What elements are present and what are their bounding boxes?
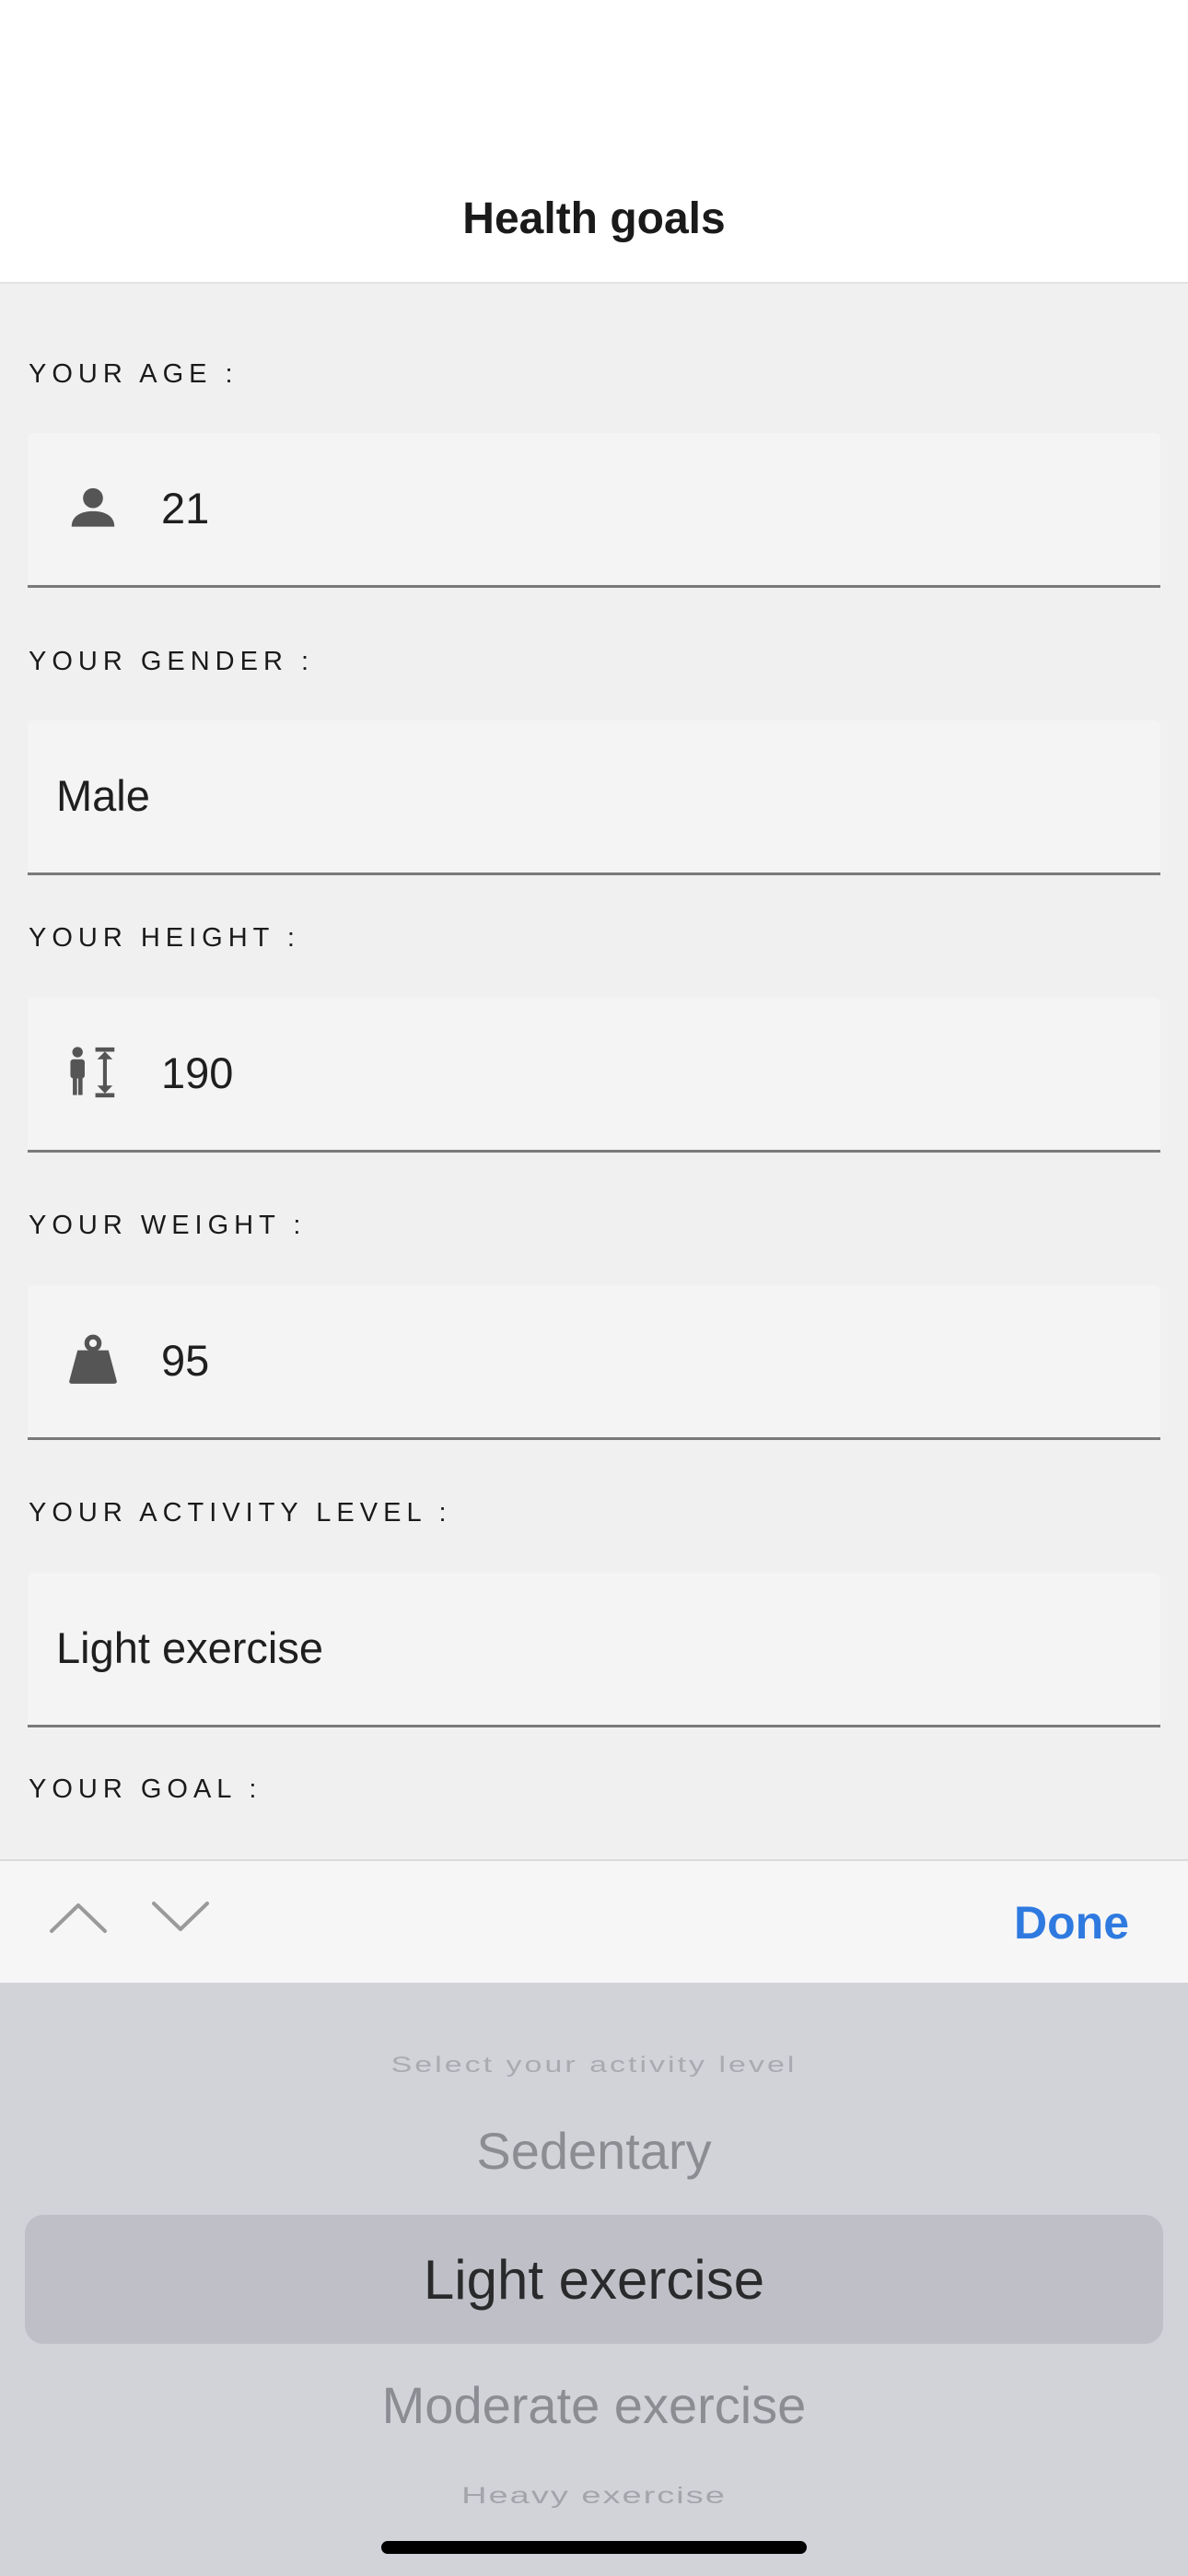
picker-option[interactable]: Heavy exercise [0,2484,1188,2510]
height-value: 190 [161,1048,234,1097]
gender-value: Male [56,771,150,820]
activity-picker[interactable]: Select your activity level Sedentary Lig… [0,1983,1188,2576]
picker-option[interactable]: Sedentary [0,2121,1188,2181]
height-label: YOUR HEIGHT : [29,923,300,953]
activity-field[interactable]: Light exercise [28,1573,1160,1727]
age-label: YOUR AGE : [29,359,239,389]
height-icon [70,1047,115,1098]
picker-option[interactable]: Moderate exercise [0,2375,1188,2435]
goal-label: YOUR GOAL : [29,1774,262,1804]
page-title: Health goals [462,194,726,243]
chevron-down-icon[interactable] [150,1894,211,1940]
weight-field[interactable]: 95 [28,1285,1160,1440]
activity-label: YOUR ACTIVITY LEVEL : [29,1498,452,1528]
age-value: 21 [161,484,210,533]
activity-value: Light exercise [56,1623,323,1672]
weight-icon [69,1334,117,1384]
weight-label: YOUR WEIGHT : [29,1211,307,1240]
age-field[interactable]: 21 [28,433,1160,588]
height-field[interactable]: 190 [28,998,1160,1153]
gender-label: YOUR GENDER : [29,647,315,676]
picker-option[interactable]: Select your activity level [0,2053,1188,2078]
picker-option-selected[interactable]: Light exercise [0,2248,1188,2312]
done-button[interactable]: Done [1014,1896,1129,1950]
person-icon [71,487,115,527]
nav-header: Health goals [0,0,1188,284]
chevron-up-icon[interactable] [48,1894,109,1940]
gender-field[interactable]: Male [28,720,1160,875]
keyboard-toolbar: Done [0,1859,1188,1983]
weight-value: 95 [161,1336,210,1385]
home-indicator [381,2541,807,2554]
